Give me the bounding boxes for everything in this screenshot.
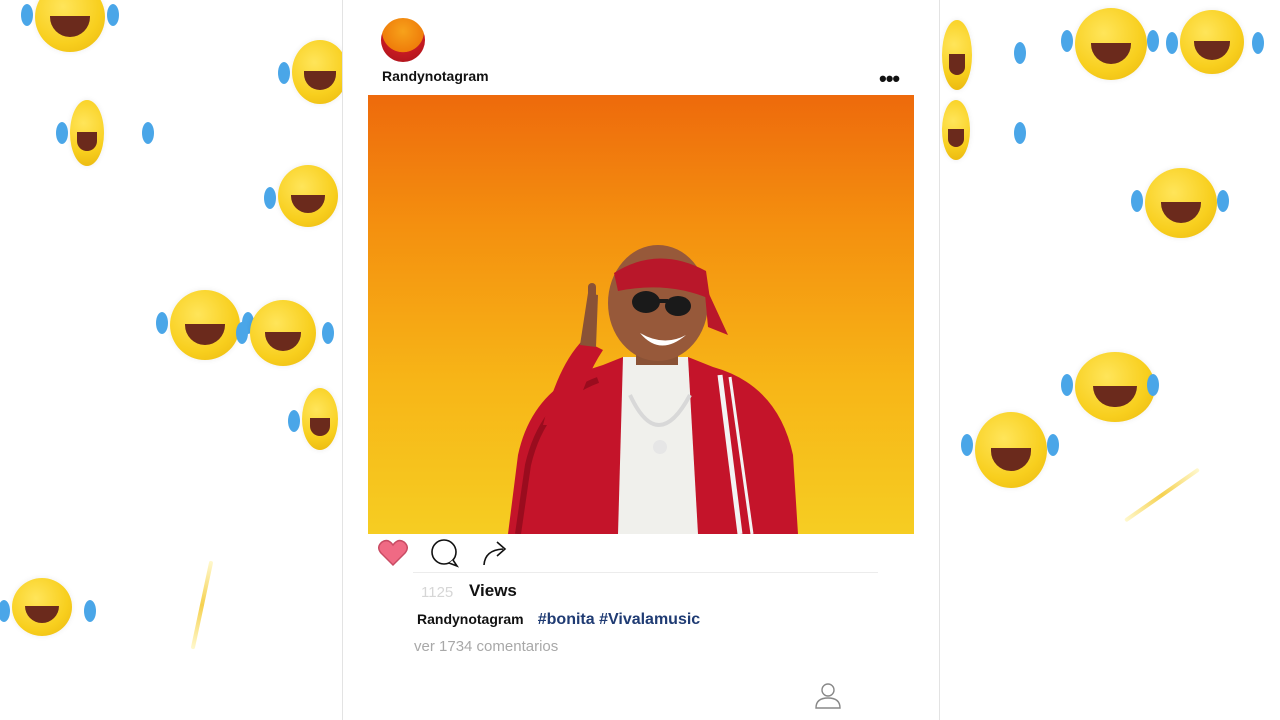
laughing-emoji-icon — [1166, 10, 1244, 74]
laughing-emoji-icon — [21, 0, 105, 52]
man-in-red-jacket-illustration — [508, 245, 798, 534]
comment-icon[interactable] — [429, 538, 461, 568]
laughing-emoji-icon — [928, 20, 972, 90]
laughing-emoji-icon — [1131, 168, 1217, 238]
profile-icon[interactable] — [812, 680, 844, 712]
heart-icon[interactable] — [377, 538, 409, 568]
post-card: Randynotagram ••• 1125 Views Randynotagr… — [342, 0, 940, 720]
laughing-emoji-icon — [961, 412, 1047, 488]
caption-hashtags[interactable]: #bonita #Vivalamusic — [538, 611, 700, 628]
post-actions-bar — [377, 538, 577, 568]
views-label: Views — [469, 581, 517, 600]
post-photo — [368, 95, 914, 534]
laughing-emoji-icon — [928, 100, 970, 160]
laughing-emoji-icon — [278, 40, 348, 104]
post-caption: Randynotagram #bonita #Vivalamusic — [417, 611, 700, 629]
laughing-emoji-icon — [56, 100, 104, 166]
post-username[interactable]: Randynotagram — [382, 68, 489, 84]
views-count: 1125 — [421, 584, 454, 601]
divider — [413, 572, 878, 573]
laughing-emoji-icon — [1061, 352, 1155, 422]
laughing-emoji-icon — [156, 290, 240, 360]
light-streak — [1123, 467, 1201, 523]
laughing-emoji-icon — [264, 165, 338, 227]
more-options-icon[interactable]: ••• — [879, 68, 900, 90]
avatar[interactable] — [381, 18, 425, 62]
laughing-emoji-icon — [236, 300, 316, 366]
laughing-emoji-icon — [0, 578, 72, 636]
laughing-emoji-icon — [1061, 8, 1147, 80]
laughing-emoji-icon — [288, 388, 338, 450]
caption-username[interactable]: Randynotagram — [417, 611, 524, 627]
light-streak — [190, 560, 214, 650]
share-icon[interactable] — [479, 538, 511, 568]
view-comments-link[interactable]: ver 1734 comentarios — [414, 638, 558, 655]
